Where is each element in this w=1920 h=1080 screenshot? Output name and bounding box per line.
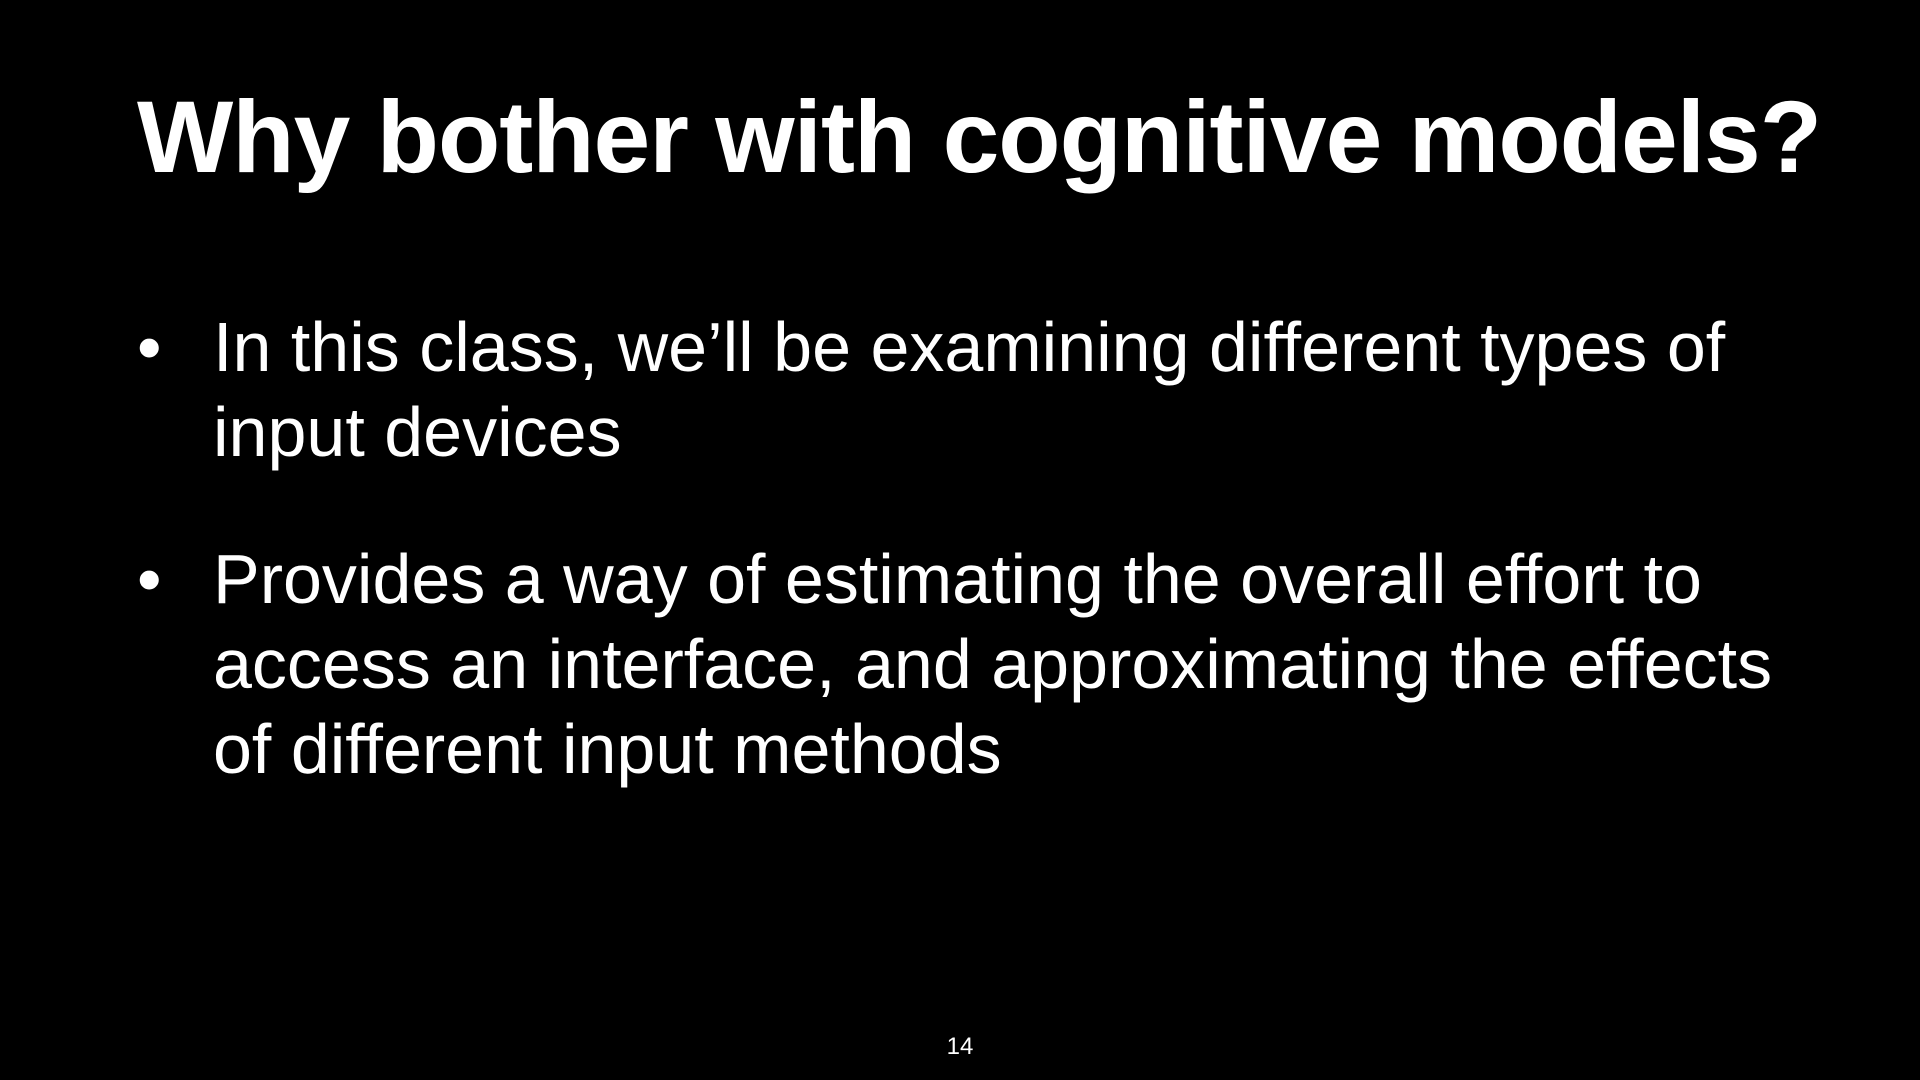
bullet-list: • In this class, we’ll be examining diff… <box>137 305 1797 854</box>
slide-title: Why bother with cognitive models? <box>137 80 1822 194</box>
bullet-item: • In this class, we’ll be examining diff… <box>137 305 1797 475</box>
bullet-marker: • <box>137 308 162 386</box>
bullet-text: In this class, we’ll be examining differ… <box>213 308 1726 471</box>
bullet-marker: • <box>137 540 162 618</box>
page-number: 14 <box>946 1033 974 1060</box>
bullet-text: Provides a way of estimating the overall… <box>213 540 1773 788</box>
slide: Why bother with cognitive models? • In t… <box>0 0 1920 1080</box>
bullet-item: • Provides a way of estimating the overa… <box>137 537 1797 792</box>
